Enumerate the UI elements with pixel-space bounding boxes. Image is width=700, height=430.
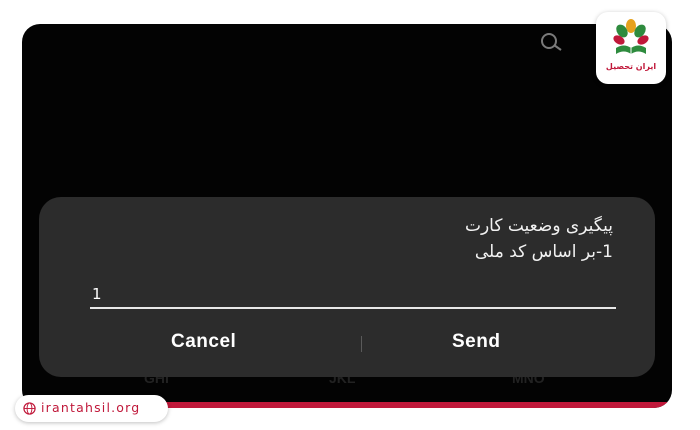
website-url: irantahsil.org [41, 400, 141, 415]
brand-logo: ایران تحصیل [596, 12, 666, 84]
dialog-message-line-2: 1-بر اساس کد ملی [474, 242, 613, 262]
dialog-message-line-1: پیگیری وضعیت کارت [464, 216, 613, 236]
phone-screen: GHI JKL MNO پیگیری وضعیت کارت 1-بر اساس … [22, 24, 672, 408]
ussd-dialog: پیگیری وضعیت کارت 1-بر اساس کد ملی 1 Can… [39, 197, 655, 377]
send-button[interactable]: Send [452, 331, 500, 353]
cancel-button[interactable]: Cancel [171, 331, 236, 353]
search-icon[interactable] [537, 32, 567, 54]
brand-logo-text: ایران تحصیل [605, 62, 657, 71]
button-divider [361, 336, 362, 352]
reply-input[interactable]: 1 [92, 285, 102, 303]
website-url-badge: irantahsil.org [15, 395, 168, 422]
reply-input-underline [90, 307, 616, 309]
globe-icon [23, 402, 36, 415]
book-tree-icon [613, 19, 649, 54]
